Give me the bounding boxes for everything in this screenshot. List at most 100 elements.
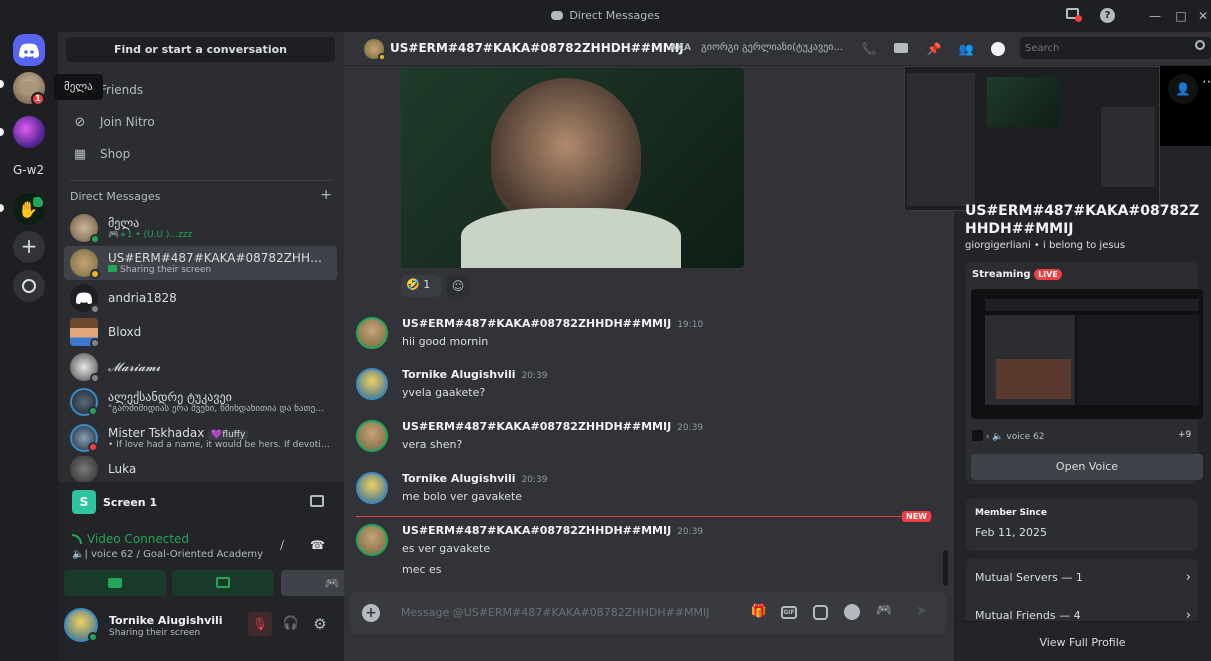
message-avatar[interactable] xyxy=(356,420,388,452)
avatar xyxy=(70,214,100,244)
send-icon[interactable]: ➤ xyxy=(916,603,928,619)
message-author[interactable]: Tornike Alugishvili 20:39 xyxy=(402,368,548,381)
search-input[interactable] xyxy=(1025,40,1185,56)
mute-button[interactable]: 🎙 xyxy=(248,612,272,636)
user-avatar[interactable] xyxy=(64,608,98,642)
noise-suppression-icon[interactable]: ∕ xyxy=(280,538,284,552)
message-text: vera shen? xyxy=(402,438,463,451)
dm-item[interactable]: 𝓜𝓪𝓻𝓲𝓪𝓶𝓲 xyxy=(64,350,337,384)
settings-gear-icon[interactable]: ⚙ xyxy=(308,612,332,636)
message[interactable]: US#ERM#487#KAKA#08782ZHHDH##MMIJ 20:39 es … xyxy=(356,524,946,584)
server-pill xyxy=(0,128,4,136)
dm-item[interactable]: ალექსანდრე ტუკავეი "გარმიმიდიას ერა შვენი… xyxy=(64,384,337,420)
dm-item[interactable]: andria1828 xyxy=(64,281,337,315)
message-input[interactable]: Message @US#ERM#487#KAKA#08782ZHHDH##MMI… xyxy=(401,606,710,619)
profile-panel: 👤 ⋯ US#ERM#487#KAKA#08782Z HHDH##MMIJ gi… xyxy=(904,66,1211,661)
add-friend-button[interactable]: 👤 xyxy=(1168,74,1198,104)
dm-item[interactable]: Luka xyxy=(64,456,337,482)
user-panel: Tornike Alugishvili Sharing their screen… xyxy=(58,602,344,661)
dm-item[interactable]: Bloxd xyxy=(64,315,337,349)
add-reaction-button[interactable]: ☺ xyxy=(446,275,470,297)
emoji-icon[interactable] xyxy=(844,604,860,620)
message-avatar[interactable] xyxy=(356,368,388,400)
video-call-icon[interactable] xyxy=(890,38,912,60)
message-author[interactable]: US#ERM#487#KAKA#08782ZHHDH##MMIJ 20:39 xyxy=(402,524,703,537)
stream-preview[interactable] xyxy=(971,289,1203,419)
close-icon[interactable]: ✕ xyxy=(1195,8,1211,24)
view-full-profile-footer: View Full Profile xyxy=(954,621,1211,661)
pin-icon[interactable]: 📌 xyxy=(923,38,945,60)
stream-app-icon: S xyxy=(72,490,96,514)
inbox-alert-icon[interactable] xyxy=(1066,8,1082,24)
open-voice-button[interactable]: Open Voice xyxy=(971,454,1203,480)
dm-item[interactable]: მელა 🎮+1 • (U.U )...zzz xyxy=(64,211,337,245)
message[interactable]: US#ERM#487#KAKA#08782ZHHDH##MMIJ 20:39 ver… xyxy=(356,420,946,459)
server-folder-label[interactable]: G-w2 xyxy=(13,163,44,177)
message-author[interactable]: US#ERM#487#KAKA#08782ZHHDH##MMIJ 20:39 xyxy=(402,420,703,433)
message[interactable]: US#ERM#487#KAKA#08782ZHHDH##MMIJ 19:10 hii… xyxy=(356,317,946,356)
message-text: es ver gavakete xyxy=(402,542,491,555)
server-pill xyxy=(0,204,4,212)
stop-stream-icon[interactable] xyxy=(310,495,324,507)
gift-icon[interactable]: 🎁 xyxy=(750,604,768,622)
camera-icon xyxy=(108,578,122,588)
chat-header: US#ERM#487#KAKA#08782ZHHDH##MMIJ AKA გიო… xyxy=(344,32,1211,66)
call-icon[interactable]: 📞 xyxy=(858,38,880,60)
create-dm-button[interactable]: + xyxy=(320,188,332,203)
minimize-icon[interactable]: — xyxy=(1147,8,1163,24)
avatar xyxy=(70,284,100,314)
sticker-icon[interactable] xyxy=(813,605,828,620)
help-icon[interactable]: ? xyxy=(1100,8,1115,23)
message-avatar[interactable] xyxy=(356,524,388,556)
find-conversation-button[interactable]: Find or start a conversation xyxy=(66,37,335,62)
nav-join-nitro[interactable]: ⊘ Join Nitro xyxy=(66,107,336,137)
message-avatar[interactable] xyxy=(356,317,388,349)
more-options-button[interactable]: ⋯ xyxy=(1202,74,1211,104)
discord-logo-icon xyxy=(19,43,39,58)
server-rail: 1 მელა G-w2 ✋ + xyxy=(0,32,103,661)
server-tooltip: მელა xyxy=(54,74,103,100)
gamepad-icon: 🎮 xyxy=(324,576,340,590)
aka-names[interactable]: გიორგი გერლიანი(ტუკავეი... xyxy=(701,42,849,53)
discover-button[interactable] xyxy=(13,270,45,302)
server-icon-purple[interactable] xyxy=(13,116,45,148)
dm-item[interactable]: Mister Tskhadax 💜fluffy • If love had a n… xyxy=(64,420,337,456)
message[interactable]: Tornike Alugishvili 20:39 yvela gaakete? xyxy=(356,368,946,407)
mutual-servers-row[interactable]: Mutual Servers — 1 › xyxy=(975,570,1195,585)
screen-share-button[interactable] xyxy=(172,570,274,596)
video-connected-status[interactable]: Video Connected xyxy=(87,532,189,546)
aka-label: AKA xyxy=(670,43,691,53)
disconnect-icon[interactable]: ☎ xyxy=(310,538,325,552)
home-button[interactable] xyxy=(13,34,45,66)
add-friends-icon[interactable]: 👥 xyxy=(955,38,977,60)
maximize-icon[interactable]: □ xyxy=(1173,8,1189,24)
attach-button[interactable]: + xyxy=(362,604,380,622)
gif-icon[interactable]: GIF xyxy=(781,606,797,619)
member-since-card: Member Since Feb 11, 2025 xyxy=(966,499,1198,551)
stream-preview-thumbnail[interactable] xyxy=(904,66,1160,211)
reaction-chip[interactable]: 🤣 1 xyxy=(401,275,441,297)
nav-shop[interactable]: ▦ Shop xyxy=(66,139,336,169)
voice-channel-row[interactable]: › 🔈 voice 62 xyxy=(972,430,1045,442)
message-author[interactable]: US#ERM#487#KAKA#08782ZHHDH##MMIJ 19:10 xyxy=(402,317,703,330)
user-profile-icon[interactable] xyxy=(987,38,1009,60)
view-full-profile-link[interactable]: View Full Profile xyxy=(954,636,1211,649)
message-avatar[interactable] xyxy=(356,472,388,504)
scrollbar[interactable] xyxy=(943,550,948,586)
message[interactable]: Tornike Alugishvili 20:39 me bolo ver gava… xyxy=(356,472,946,511)
search-bar[interactable] xyxy=(1020,37,1211,59)
avatar xyxy=(70,456,98,482)
add-server-button[interactable]: + xyxy=(13,231,45,263)
server-icon-green[interactable]: ✋ xyxy=(13,193,45,225)
window-title: Direct Messages xyxy=(0,9,1211,22)
message-timestamp: 20:39 xyxy=(677,527,704,537)
camera-button[interactable] xyxy=(64,570,166,596)
voice-channel-label[interactable]: 🔈| voice 62 / Goal-Oriented Academy xyxy=(72,549,263,560)
apps-icon[interactable]: 🎮 xyxy=(876,603,892,618)
nav-friends[interactable]: 👤Friends xyxy=(66,75,336,105)
message-author[interactable]: Tornike Alugishvili 20:39 xyxy=(402,472,548,485)
video-attachment[interactable] xyxy=(401,68,744,268)
headphones-icon[interactable]: 🎧 xyxy=(279,612,303,636)
user-name: Tornike Alugishvili xyxy=(109,614,223,627)
dm-item-selected[interactable]: US#ERM#487#KAKA#08782ZHHDH... Sharing the… xyxy=(64,246,337,280)
